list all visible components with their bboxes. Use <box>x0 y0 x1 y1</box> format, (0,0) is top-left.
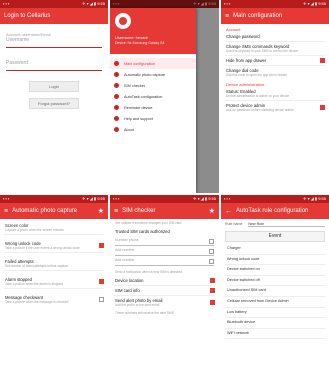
failed-attempts-row[interactable]: Failed attempts Set number of failed atte… <box>0 257 108 270</box>
notify-description: Send a notification when a new SIM is de… <box>115 270 182 274</box>
event-item[interactable]: Charger <box>225 244 325 255</box>
app-bar: Login to Cellarius <box>0 8 108 24</box>
settings-icon <box>114 61 119 66</box>
remove-sim-checkbox[interactable] <box>209 239 214 244</box>
protect-admin-row[interactable]: Protect device admin Ask for password bef… <box>221 101 329 114</box>
footer-description: These numbers will receive the alert SMS <box>115 311 174 315</box>
sim-info-row[interactable]: SIM card info <box>110 286 219 295</box>
device-location-row[interactable]: Device location <box>110 276 219 285</box>
autotask-icon <box>114 94 119 99</box>
status-bar: ▪ ▪ ▪ ✈ ▾ ◢ ▮ 9:55 <box>0 0 108 8</box>
drawer-header: Username: hexadi Device: hk-Samsung Gala… <box>110 8 196 54</box>
app-logo-icon <box>115 13 131 29</box>
rule-name-label: Rule name <box>225 222 243 226</box>
login-screen: ▪ ▪ ▪ ✈ ▾ ◢ ▮ 9:55 Login to Cellarius Acc… <box>0 0 108 193</box>
status-bar: ▪ ▪ ▪ ✈ ▾ ◢ ▮ 9:55 <box>110 195 219 203</box>
event-item[interactable]: Device switched on <box>225 265 325 276</box>
wrong-unlock-checkbox[interactable] <box>99 243 104 248</box>
navigation-drawer: Username: hexadi Device: hk-Samsung Gala… <box>110 8 196 193</box>
section-header: Device administration <box>226 82 265 87</box>
sim-info-checkbox[interactable] <box>210 288 215 293</box>
page-title: Main configuration <box>233 13 283 19</box>
status-bar: ▪ ▪ ▪ ✈ ▾ ◢ ▮ 9:55 <box>221 195 329 203</box>
drawer-item-help[interactable]: Help and support <box>110 113 196 124</box>
event-item[interactable]: Low battery <box>225 308 325 319</box>
drawer-item-photo-capture[interactable]: Automatic photo capture <box>110 69 196 80</box>
alert-photo-row[interactable]: Send alert photo by email Add the photo t… <box>110 296 219 309</box>
status-bar: ▪ ▪ ▪ ✈ ▾ ◢ ▮ 9:55 <box>0 195 108 203</box>
change-password-row[interactable]: Change password <box>221 32 329 41</box>
star-icon[interactable]: ★ <box>209 207 215 215</box>
wrong-unlock-row[interactable]: Wrong unlock code Take a picture if the u… <box>0 239 108 252</box>
trusted-sims-label: Trusted SIM cards authorized <box>115 229 170 234</box>
event-item[interactable]: Wrong unlock code <box>225 255 325 266</box>
app-bar: ≡ Automatic photo capture ★ <box>0 203 108 219</box>
rule-name-bar: Rule name New Rule <box>221 219 329 229</box>
admin-status-row[interactable]: Status: Enabled Device administrator is a… <box>221 87 329 100</box>
page-title: AutoTask rule configuration <box>236 208 309 214</box>
back-arrow-icon[interactable]: ← <box>225 208 232 215</box>
screen-color-row[interactable]: Screen color Capture a photo when the scr… <box>0 221 108 234</box>
remove-sim-checkbox[interactable] <box>209 249 214 254</box>
page-title: Login to Cellarius <box>4 13 51 19</box>
autotask-screen: ▪ ▪ ▪ ✈ ▾ ◢ ▮ 9:55 ← AutoTask rule configu… <box>221 195 329 388</box>
star-icon[interactable]: ★ <box>98 207 104 215</box>
username-field[interactable]: Username <box>6 37 102 48</box>
event-header: Event <box>225 231 325 242</box>
app-bar: ≡ Main configuration <box>221 8 329 24</box>
sim-description: Get notified if someone changes your SIM… <box>115 221 182 225</box>
hide-app-checkbox[interactable] <box>320 58 325 63</box>
login-button[interactable]: Login <box>29 81 79 92</box>
drawer-item-reminder[interactable]: Reminder device <box>110 102 196 113</box>
drawer-item-about[interactable]: About <box>110 124 196 135</box>
status-bar: ▪ ▪ ▪ ✈ ▾ ◢ ▮ 9:55 <box>221 0 329 8</box>
camera-icon <box>114 72 119 77</box>
drawer-screen: ▪ ▪ ▪ ✈ ▾ ◢ ▮ 9:55 Username: hexadi Devic… <box>110 0 219 193</box>
protect-admin-checkbox[interactable] <box>320 105 325 110</box>
drawer-item-main-configuration[interactable]: Main configuration <box>110 58 196 69</box>
photo-capture-screen: ▪ ▪ ▪ ✈ ▾ ◢ ▮ 9:55 ≡ Automatic photo captu… <box>0 195 108 388</box>
event-item[interactable]: WiFi network <box>225 329 325 340</box>
menu-icon[interactable]: ≡ <box>114 208 118 215</box>
device-name: Device: hk-Samsung Galaxy S4 <box>115 41 165 45</box>
alert-photo-checkbox[interactable] <box>210 300 215 305</box>
event-item[interactable]: Unauthorized SIM card <box>225 286 325 297</box>
sim-number-field[interactable]: Number phone <box>115 238 214 246</box>
sim-number-field[interactable]: Add number <box>115 248 214 256</box>
dial-code-row[interactable]: Change dial code Dial this code to open t… <box>221 66 329 79</box>
page-title: Automatic photo capture <box>12 208 78 214</box>
remove-sim-checkbox[interactable] <box>209 259 214 264</box>
message-check-row[interactable]: Message checkwant Take a picture when the… <box>0 293 108 306</box>
page-title: SIM checker <box>122 208 156 214</box>
alarm-stopped-row[interactable]: Alarm stopped Take a picture when the ala… <box>0 275 108 288</box>
sms-keyword-row[interactable]: Change SMS commands keyword Use this keyw… <box>221 42 329 55</box>
alarm-stopped-checkbox[interactable] <box>99 279 104 284</box>
reminder-icon <box>114 105 119 110</box>
main-config-screen: ▪ ▪ ▪ ✈ ▾ ◢ ▮ 9:55 ≡ Main configuration Ac… <box>221 0 329 193</box>
info-icon <box>114 127 119 132</box>
sim-number-field[interactable]: Add number <box>115 258 214 266</box>
sim-checker-screen: ▪ ▪ ▪ ✈ ▾ ◢ ▮ 9:55 ≡ SIM checker ★ Get noti… <box>110 195 219 388</box>
user-name: Username: hexadi <box>115 35 148 40</box>
drawer-item-sim-checker[interactable]: SIM checker <box>110 80 196 91</box>
menu-icon[interactable]: ≡ <box>4 208 8 215</box>
sim-icon <box>114 83 119 88</box>
hide-app-row[interactable]: Hide from app drawer <box>221 56 329 65</box>
app-bar: ≡ SIM checker ★ <box>110 203 219 219</box>
rule-name-field[interactable]: New Rule <box>248 222 325 227</box>
device-location-checkbox[interactable] <box>210 278 215 283</box>
forgot-password-button[interactable]: Forgot password? <box>29 98 79 109</box>
section-header: Account <box>226 27 241 32</box>
drawer-item-autotask[interactable]: AutoTask configuration <box>110 91 196 102</box>
event-item[interactable]: Bluetooth device <box>225 318 325 329</box>
menu-icon[interactable]: ≡ <box>225 13 229 20</box>
event-item[interactable]: Cellular removed from Device Admin <box>225 297 325 308</box>
password-field[interactable]: Password <box>6 60 102 71</box>
app-bar: ← AutoTask rule configuration <box>221 203 329 219</box>
event-item[interactable]: Device switched off <box>225 276 325 287</box>
message-check-checkbox[interactable] <box>99 297 104 302</box>
help-icon <box>114 116 119 121</box>
